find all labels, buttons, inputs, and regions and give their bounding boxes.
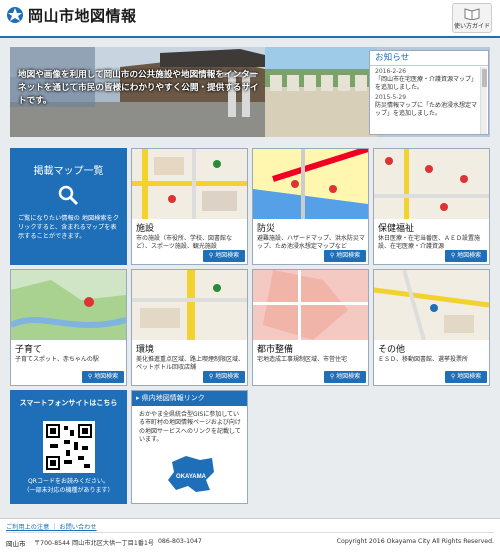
map-search-button[interactable]: ⚲ 地図検索 xyxy=(445,371,487,383)
search-icon xyxy=(58,185,79,206)
city-logo-icon xyxy=(7,7,23,23)
tile-name: 環境 xyxy=(136,345,155,355)
tile-health-welfare[interactable]: 保健福祉 休日医療・在宅当番医、ＡＥＤ設置施設、在宅医療・介護資源 ⚲ 地図検索 xyxy=(373,148,490,265)
map-search-label: 地図検索 xyxy=(457,373,482,380)
guide-book-icon xyxy=(464,8,480,20)
tile-name: 防災 xyxy=(257,224,276,234)
news-list: 2016-2-26 「岡山市在宅医療・介護資源マップ」を追加しました。 2015… xyxy=(370,66,488,118)
map-thumbnail xyxy=(11,270,126,340)
okayama-map-logo-icon: OKAYAMA xyxy=(168,456,214,492)
guide-button[interactable]: 使い方ガイド xyxy=(452,3,492,33)
map-search-button[interactable]: ⚲ 地図検索 xyxy=(203,250,245,262)
map-search-button[interactable]: ⚲ 地図検索 xyxy=(82,371,124,383)
map-thumbnail xyxy=(253,270,368,340)
tile-disaster[interactable]: 防災 避難施設、ハザードマップ、洪水防災マップ、ため池浸水想定マップなど ⚲ 地… xyxy=(252,148,369,265)
footer-links[interactable]: ご利用上の注意 ｜ お問い合わせ xyxy=(6,522,97,531)
tile-urban-development[interactable]: 都市整備 宅地造成工事規制区域、市営住宅 ⚲ 地図検索 xyxy=(252,269,369,386)
smartphone-panel[interactable]: スマートフォンサイトはこちら QRコードをお読みください。 （一部未対応の機種が… xyxy=(10,390,127,504)
footer-divider xyxy=(6,532,494,533)
map-thumbnail xyxy=(132,270,247,340)
smartphone-text-2: （一部未対応の機種があります） xyxy=(23,487,114,494)
pref-link-panel[interactable]: ▸ 県内地図情報リンク おかやま全県統合型GISに参加している市町村の地図情報ペ… xyxy=(131,390,248,504)
news-scrollbar[interactable] xyxy=(480,67,487,134)
footer: ご利用上の注意 ｜ お問い合わせ 岡山市 〒700-8544 岡山市北区大供一丁… xyxy=(0,518,500,555)
news-text-link[interactable]: 防災情報マップに「ため池浸水想定マップ」を追加しました。 xyxy=(375,102,478,118)
hero-photo-wall xyxy=(265,47,377,137)
map-search-button[interactable]: ⚲ 地図検索 xyxy=(445,250,487,262)
tile-desc: 宅地造成工事規制区域、市営住宅 xyxy=(257,356,348,363)
header: 岡山市地図情報 使い方ガイド xyxy=(0,0,500,38)
footer-copyright: Copyright 2016 Okayama City All Rights R… xyxy=(336,538,494,545)
qr-code xyxy=(43,421,95,473)
smartphone-text-1: QRコードをお読みください。 xyxy=(28,478,109,485)
tile-name: 保健福祉 xyxy=(378,224,415,234)
map-search-button[interactable]: ⚲ 地図検索 xyxy=(203,371,245,383)
tile-name: 都市整備 xyxy=(257,345,294,355)
tile-name: 子育て xyxy=(15,345,43,355)
page: 岡山市地図情報 使い方ガイド 地図や画像を利用して岡山市の公共施設や地図情報をイ… xyxy=(0,0,500,555)
footer-address: 〒700-8544 岡山市北区大供一丁目1番1号 xyxy=(34,540,155,547)
tile-desc: 子育てスポット、赤ちゃんの駅 xyxy=(15,356,99,363)
tile-name: その他 xyxy=(378,345,406,355)
map-search-button[interactable]: ⚲ 地図検索 xyxy=(324,250,366,262)
news-title: お知らせ xyxy=(370,51,488,66)
okayama-logo-text: OKAYAMA xyxy=(176,474,207,480)
map-search-label: 地図検索 xyxy=(336,373,361,380)
hero-caption: 地図や画像を利用して岡山市の公共施設や地図情報をインターネットを通じて市民の皆様… xyxy=(18,70,259,106)
tile-name: 施設 xyxy=(136,224,155,234)
map-list-panel[interactable]: 掲載マップ一覧 ご覧になりたい情報の 地図検索をクリックすると、含まれるマップを… xyxy=(10,148,127,265)
map-thumbnail xyxy=(253,149,368,219)
map-search-button[interactable]: ⚲ 地図検索 xyxy=(324,371,366,383)
tile-environment[interactable]: 環境 美化推進重点区域、路上喫煙制限区域、ペットボトル回収店舗 ⚲ 地図検索 xyxy=(131,269,248,386)
tile-desc: 休日医療・在宅当番医、ＡＥＤ設置施設、在宅医療・介護資源 xyxy=(378,235,481,250)
news-panel: お知らせ 2016-2-26 「岡山市在宅医療・介護資源マップ」を追加しました。… xyxy=(369,50,489,135)
map-search-label: 地図検索 xyxy=(457,252,482,259)
news-date: 2016-2-26 xyxy=(375,68,407,75)
news-date: 2015-5-29 xyxy=(375,94,407,101)
tile-desc: 避難施設、ハザードマップ、洪水防災マップ、ため池浸水想定マップなど xyxy=(257,235,365,250)
footer-tel: 086-803-1047 xyxy=(158,538,202,545)
news-scrollbar-thumb[interactable] xyxy=(481,69,487,87)
news-text-link[interactable]: 「岡山市在宅医療・介護資源マップ」を追加しました。 xyxy=(375,76,478,92)
tile-other[interactable]: その他 ＥＳＤ、移動図書館、選挙投票所 ⚲ 地図検索 xyxy=(373,269,490,386)
map-search-label: 地図検索 xyxy=(215,373,240,380)
smartphone-title: スマートフォンサイトはこちら xyxy=(19,399,118,407)
smartphone-text: QRコードをお読みください。 （一部未対応の機種があります） xyxy=(10,477,127,495)
tile-desc: ＥＳＤ、移動図書館、選挙投票所 xyxy=(378,356,469,363)
map-thumbnail xyxy=(374,149,489,219)
tile-desc: 美化推進重点区域、路上喫煙制限区域、ペットボトル回収店舗 xyxy=(136,356,245,371)
tile-facilities[interactable]: 施設 市の施設（市役所、学校、図書館など）、スポーツ施設、観光施設 ⚲ 地図検索 xyxy=(131,148,248,265)
pref-link-title: ▸ 県内地図情報リンク xyxy=(132,391,247,406)
map-list-text: ご覧になりたい情報の 地図検索をクリックすると、含まれるマップを表示することがで… xyxy=(18,215,119,240)
guide-label: 使い方ガイド xyxy=(453,23,490,30)
tile-childcare[interactable]: 子育て 子育てスポット、赤ちゃんの駅 ⚲ 地図検索 xyxy=(10,269,127,386)
map-search-label: 地図検索 xyxy=(336,252,361,259)
qr-code-icon xyxy=(46,424,92,470)
tile-desc: 市の施設（市役所、学校、図書館など）、スポーツ施設、観光施設 xyxy=(136,235,233,250)
pref-link-text: おかやま全県統合型GISに参加している市町村の地図情報ページおよび向けの地図サー… xyxy=(139,411,241,444)
footer-city: 岡山市 xyxy=(6,540,26,548)
map-search-label: 地図検索 xyxy=(215,252,240,259)
map-list-title: 掲載マップ一覧 xyxy=(33,166,104,177)
map-thumbnail xyxy=(132,149,247,219)
site-title[interactable]: 岡山市地図情報 xyxy=(28,5,137,26)
pref-link-title-text: 県内地図情報リンク xyxy=(141,394,205,402)
map-thumbnail xyxy=(374,270,489,340)
map-search-label: 地図検索 xyxy=(94,373,119,380)
